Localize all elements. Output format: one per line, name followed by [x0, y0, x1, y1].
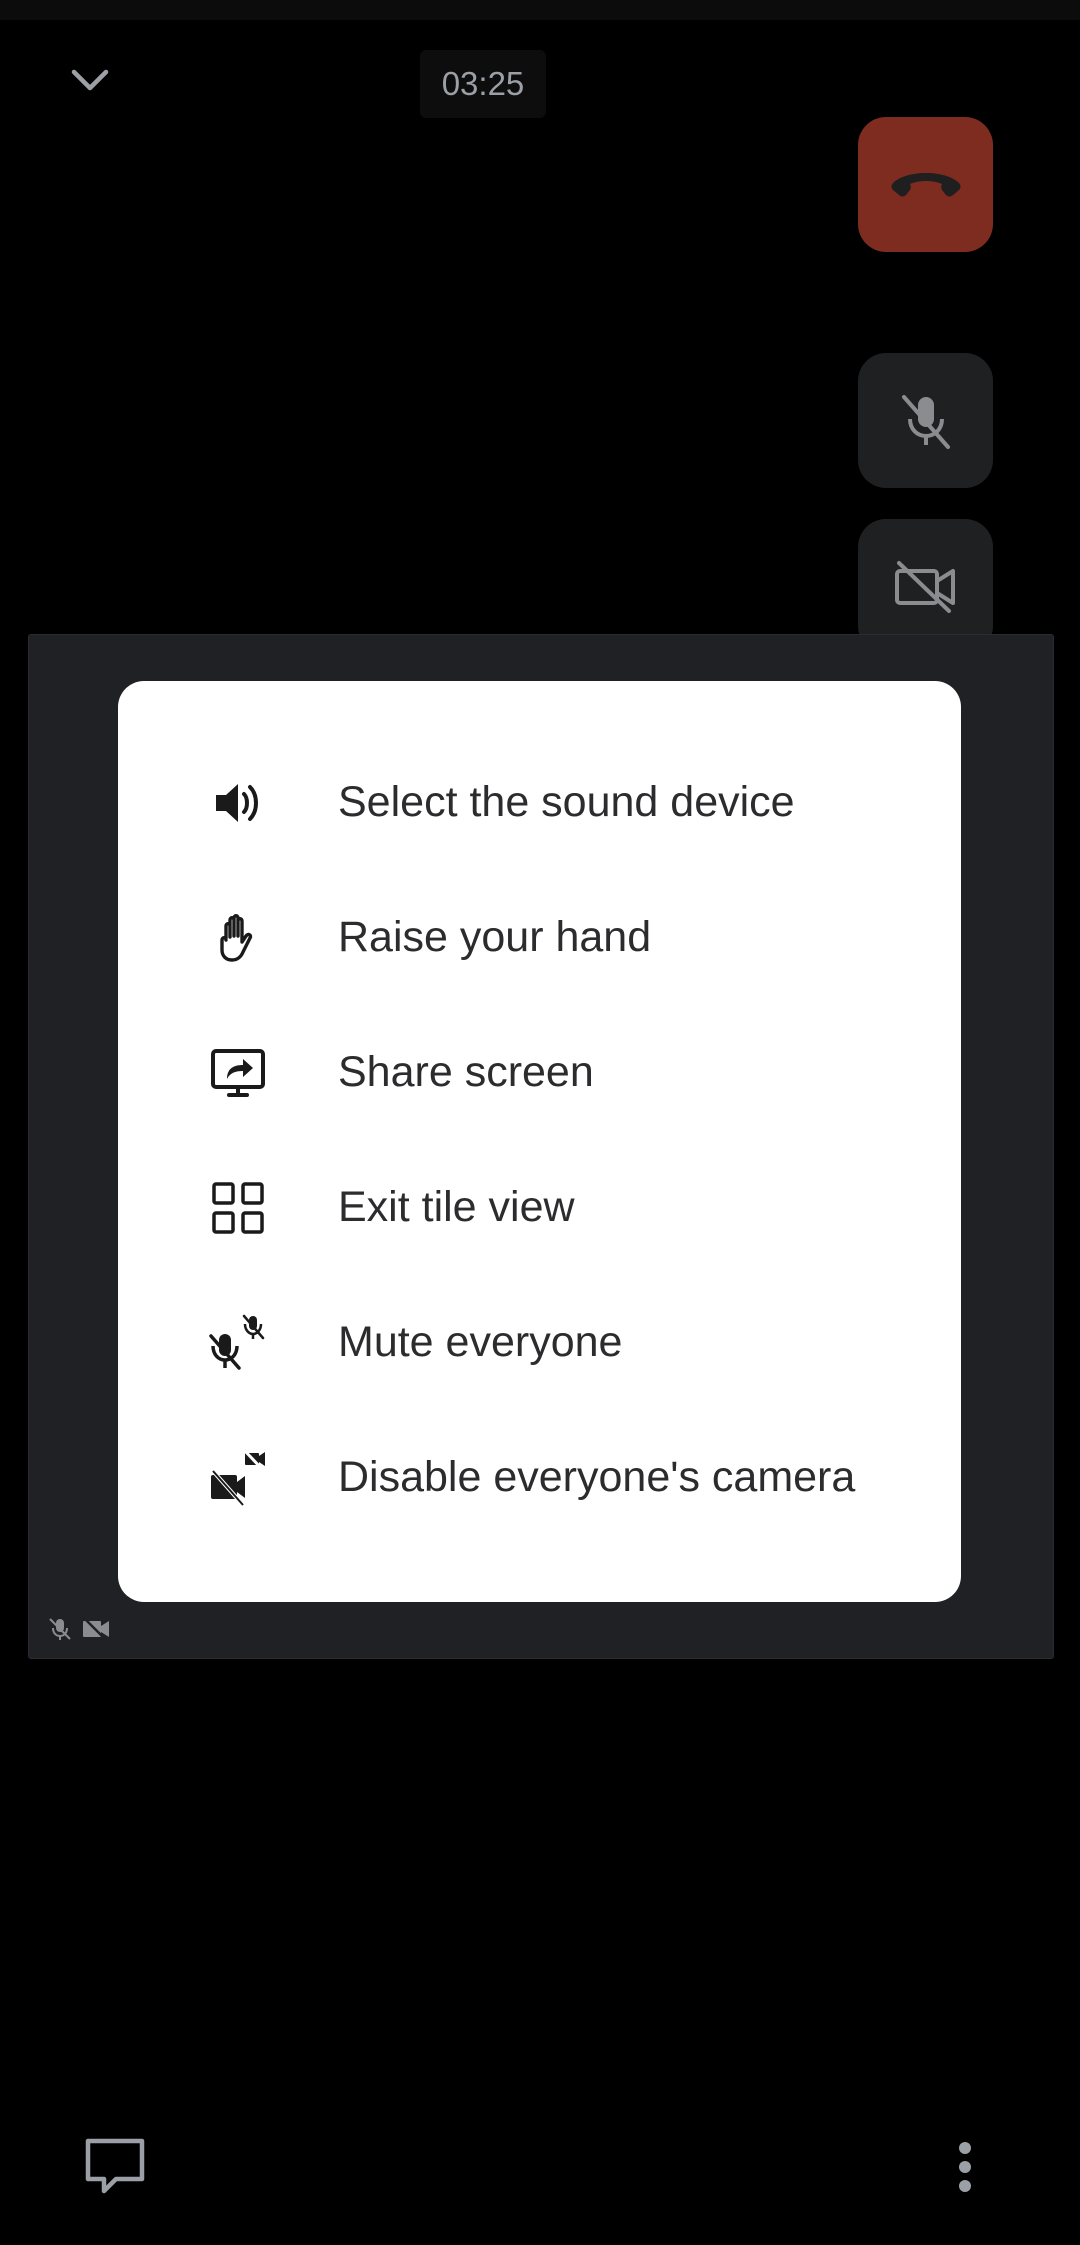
more-vertical-icon — [959, 2142, 971, 2192]
mic-off-icon — [901, 394, 950, 449]
menu-item-mute-everyone[interactable]: Mute everyone — [118, 1275, 961, 1410]
mute-everyone-icon — [194, 1312, 282, 1374]
chat-icon — [85, 2138, 145, 2194]
camera-off-icon — [894, 560, 955, 613]
chat-button[interactable] — [80, 2132, 150, 2202]
menu-item-label: Raise your hand — [338, 913, 652, 961]
overflow-menu-sheet: Select the sound device Raise your hand … — [118, 681, 961, 1602]
menu-item-label: Disable everyone's camera — [338, 1453, 856, 1501]
menu-item-label: Select the sound device — [338, 778, 795, 826]
call-screen: 03:25 Select the sound device Raise your… — [0, 0, 1080, 2245]
mic-off-icon — [49, 1618, 71, 1640]
more-options-button[interactable] — [940, 2132, 990, 2202]
menu-item-label: Share screen — [338, 1048, 594, 1096]
chevron-down-icon — [71, 69, 109, 91]
camera-off-icon — [83, 1617, 109, 1641]
menu-item-label: Exit tile view — [338, 1183, 575, 1231]
menu-item-sound-device[interactable]: Select the sound device — [118, 735, 961, 870]
tile-status-icons — [47, 1616, 111, 1642]
collapse-button[interactable] — [60, 50, 120, 110]
menu-item-tile-view[interactable]: Exit tile view — [118, 1140, 961, 1275]
menu-item-raise-hand[interactable]: Raise your hand — [118, 870, 961, 1005]
share-screen-icon — [194, 1045, 282, 1101]
phone-hangup-icon — [891, 172, 960, 196]
status-strip — [0, 0, 1080, 20]
mic-toggle-button[interactable] — [858, 353, 993, 488]
disable-cameras-icon — [194, 1447, 282, 1509]
hand-icon — [194, 910, 282, 966]
menu-item-share-screen[interactable]: Share screen — [118, 1005, 961, 1140]
menu-item-disable-cameras[interactable]: Disable everyone's camera — [118, 1410, 961, 1545]
call-timer: 03:25 — [420, 50, 546, 118]
hangup-button[interactable] — [858, 117, 993, 252]
tile-view-icon — [194, 1180, 282, 1236]
menu-item-label: Mute everyone — [338, 1318, 623, 1366]
speaker-icon — [194, 775, 282, 831]
